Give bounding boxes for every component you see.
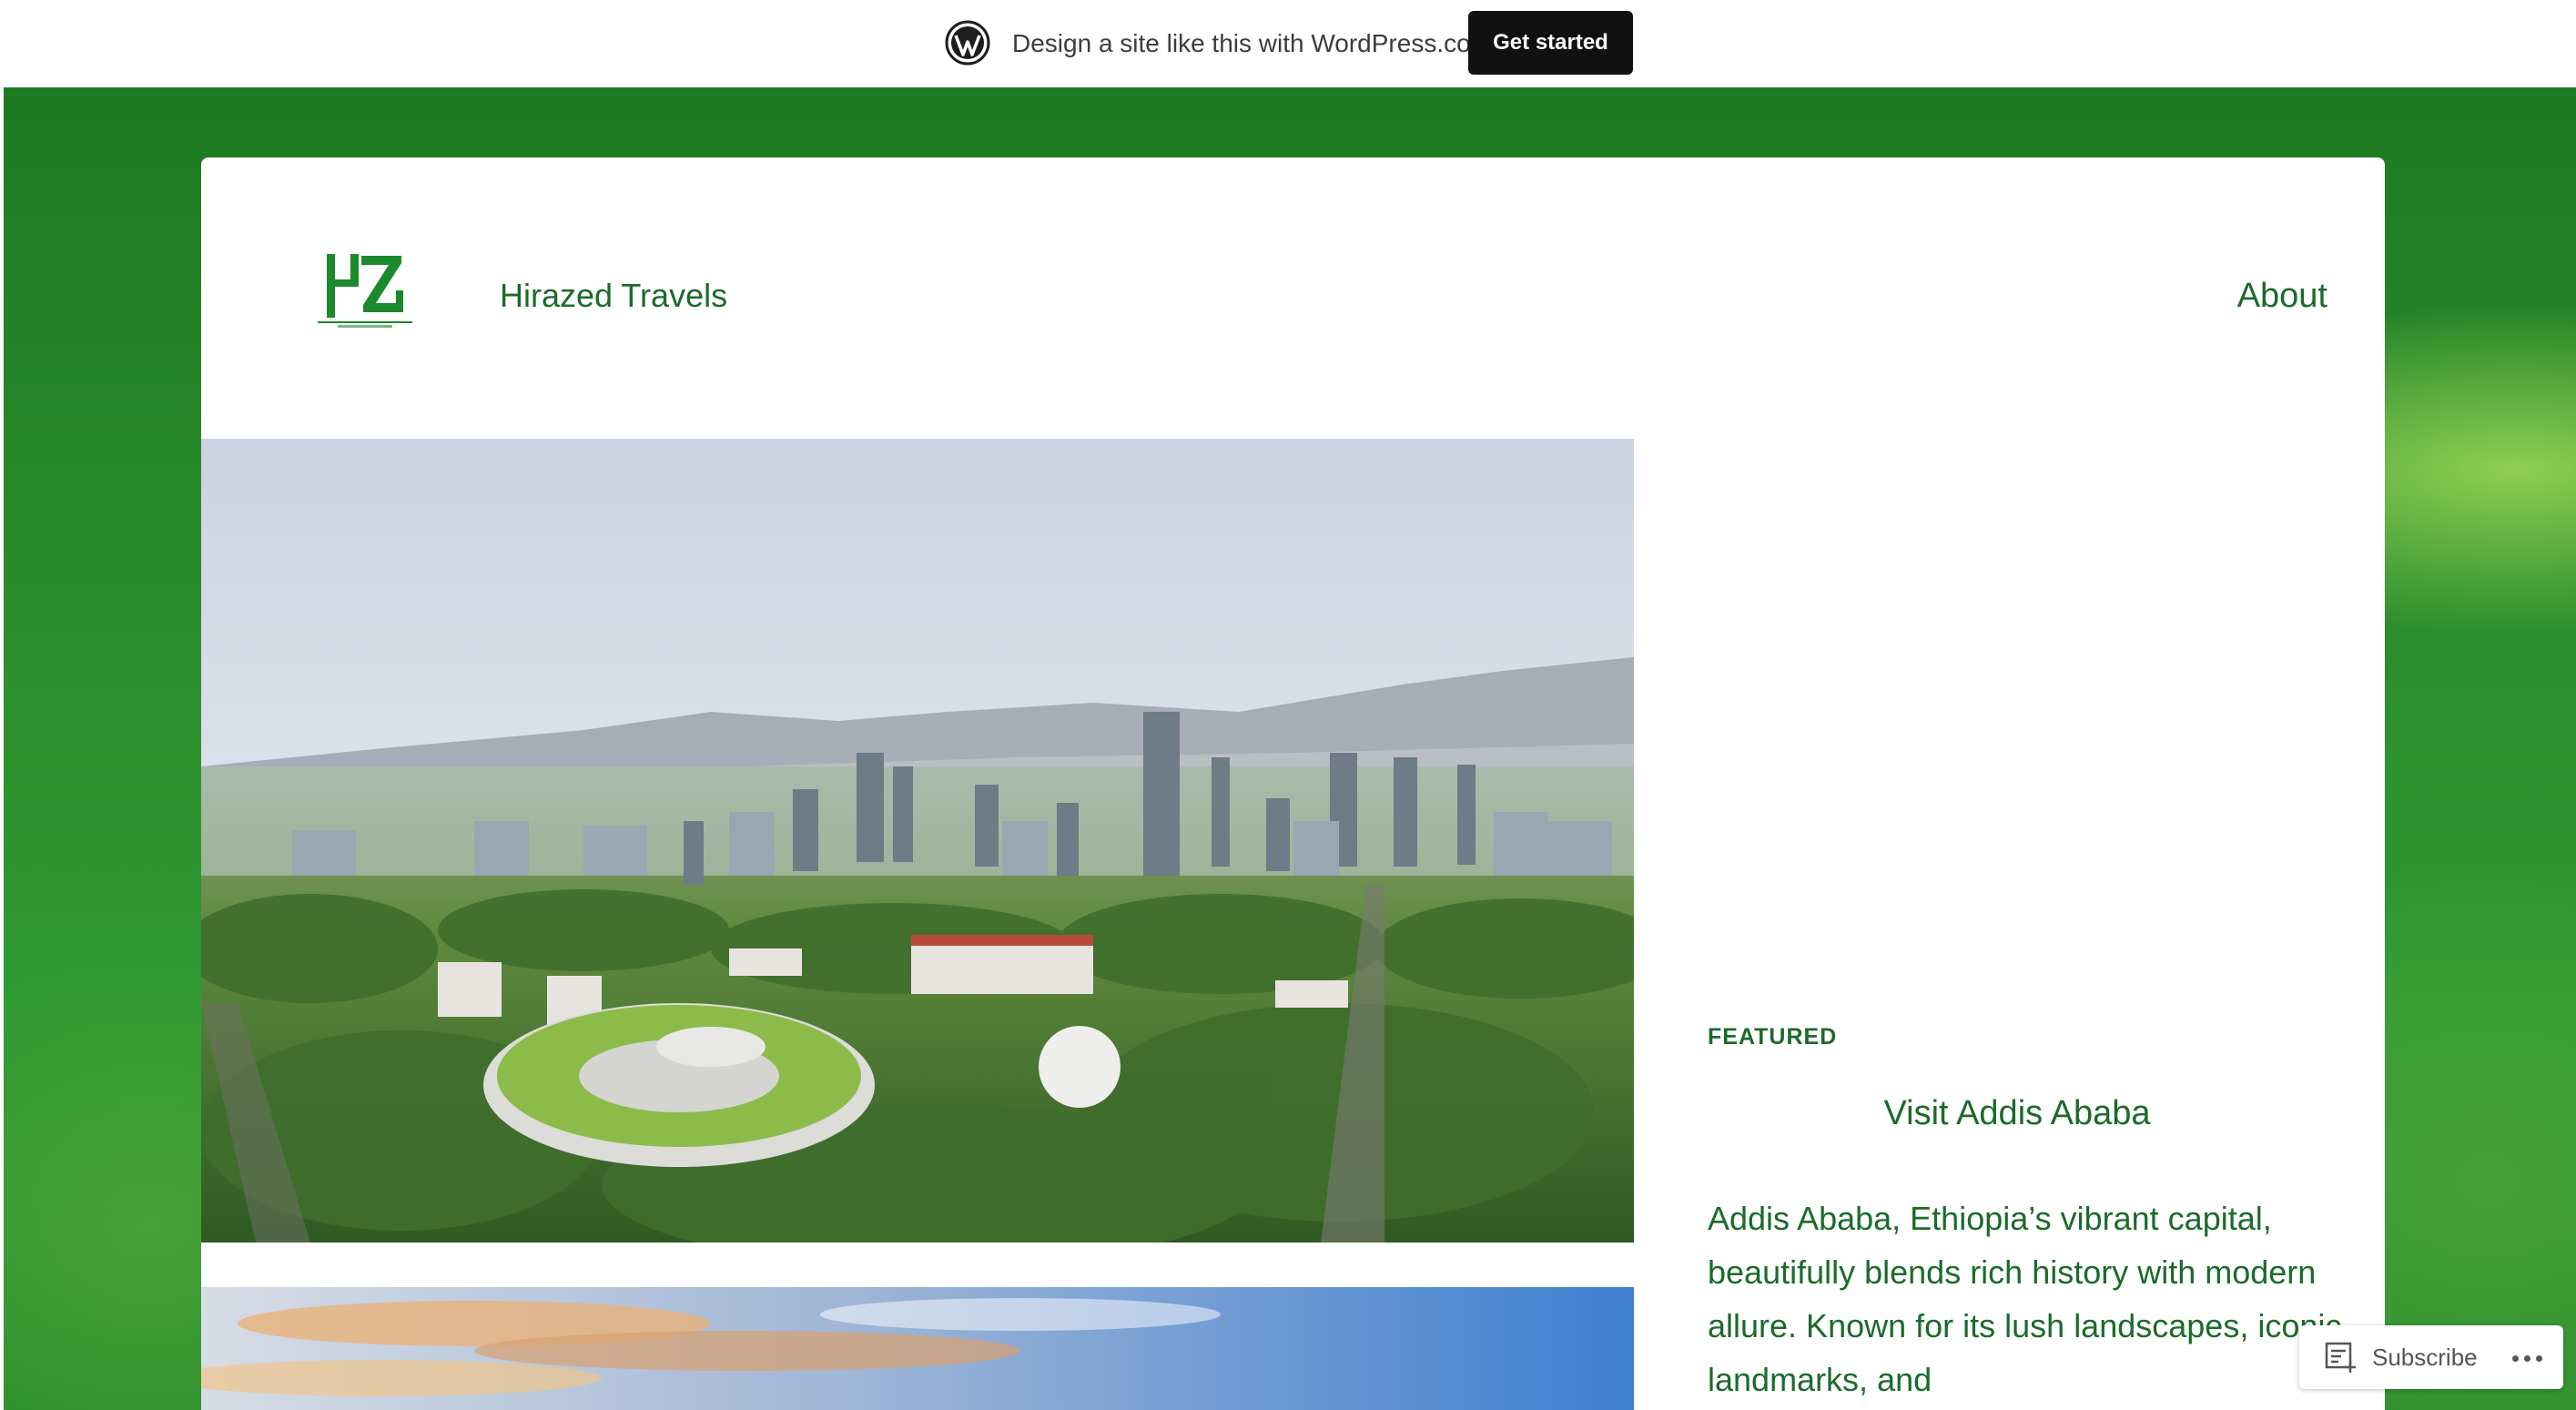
nav-link-about[interactable]: About [2237, 271, 2328, 320]
site-card: Hirazed Travels About FEATURED Visit Add… [201, 157, 2385, 1410]
post-excerpt: Addis Ababa, Ethiopia’s vibrant capital,… [1708, 1200, 2342, 1398]
reader-subscribe-icon [2325, 1342, 2356, 1373]
ellipsis-icon[interactable] [2500, 1325, 2554, 1389]
hz-site-logo-icon[interactable] [318, 249, 412, 330]
site-title[interactable]: Hirazed Travels [500, 273, 727, 319]
subscribe-bar: Subscribe [2299, 1325, 2563, 1389]
subscribe-button[interactable]: Subscribe [2299, 1325, 2481, 1389]
promo-text[interactable]: Design a site like this with WordPress.c… [1012, 25, 1492, 62]
wordpress-logo-icon[interactable] [945, 20, 990, 66]
get-started-button[interactable]: Get started [1468, 11, 1633, 75]
subscribe-label: Subscribe [2372, 1344, 2478, 1371]
wordpress-promo-bar: Design a site like this with WordPress.c… [0, 0, 2576, 88]
featured-image[interactable] [201, 439, 1634, 1243]
post-title-link[interactable]: Visit Addis Ababa [1708, 1090, 2327, 1136]
post-image[interactable] [201, 1287, 1634, 1410]
featured-label: FEATURED [1708, 1024, 1838, 1050]
